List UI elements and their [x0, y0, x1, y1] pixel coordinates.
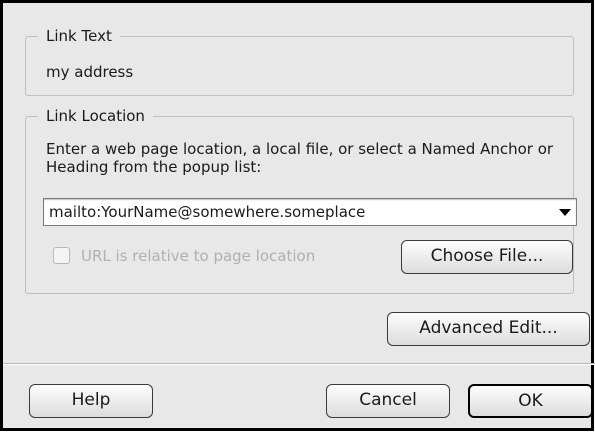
- footer-divider: [3, 363, 595, 365]
- ok-button[interactable]: OK: [468, 384, 593, 418]
- choose-file-button[interactable]: Choose File...: [401, 240, 573, 274]
- cancel-button[interactable]: Cancel: [326, 384, 450, 418]
- link-location-instructions: Enter a web page location, a local file,…: [46, 140, 554, 176]
- help-button[interactable]: Help: [29, 384, 153, 418]
- relative-url-checkbox[interactable]: [53, 247, 70, 264]
- link-properties-dialog: Link Text my address Link Location Enter…: [0, 0, 595, 431]
- link-text-legend: Link Text: [46, 27, 112, 45]
- link-location-value: mailto:YourName@somewhere.someplace: [49, 203, 366, 221]
- relative-url-checkbox-label: URL is relative to page location: [81, 247, 316, 265]
- link-text-value: my address: [46, 63, 134, 81]
- dropdown-arrow-icon[interactable]: [559, 209, 571, 216]
- link-location-combobox[interactable]: mailto:YourName@somewhere.someplace: [43, 198, 577, 226]
- link-text-group: Link Text: [25, 27, 574, 96]
- advanced-edit-button[interactable]: Advanced Edit...: [387, 312, 590, 346]
- link-location-legend: Link Location: [46, 107, 145, 125]
